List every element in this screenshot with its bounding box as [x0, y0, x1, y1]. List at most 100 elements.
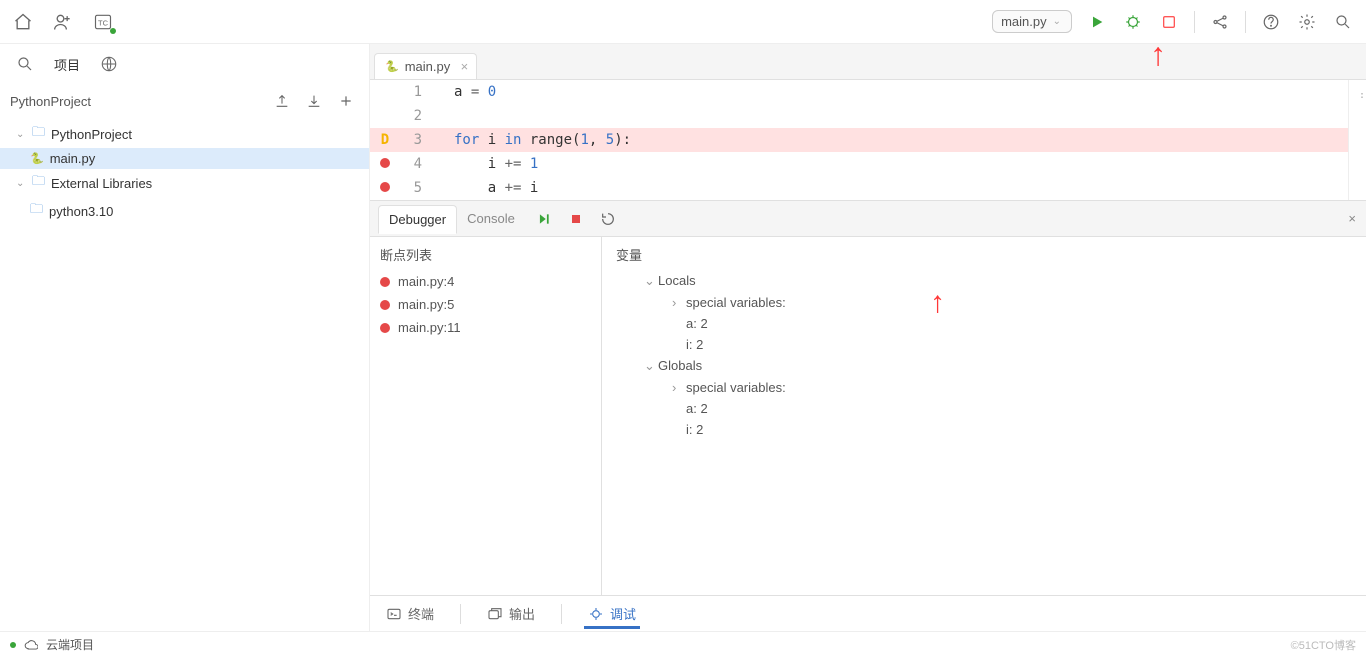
debug-tab-bar: Debugger Console × — [370, 201, 1366, 237]
folder-icon: 🗀 — [32, 172, 45, 194]
share-icon[interactable] — [1209, 11, 1231, 33]
line-number: 3 — [400, 128, 436, 152]
gutter-marker[interactable]: D — [370, 128, 400, 152]
line-number: 4 — [400, 152, 436, 176]
close-icon[interactable]: × — [461, 59, 469, 74]
bottom-tab-bar: 终端 输出 调试 — [370, 595, 1366, 631]
add-user-icon[interactable] — [52, 11, 74, 33]
divider — [460, 604, 461, 624]
tc-icon[interactable]: TC — [92, 11, 114, 33]
tab-console[interactable]: Console — [457, 205, 525, 232]
folder-icon: 🗀 — [30, 200, 43, 222]
gutter-marker[interactable] — [370, 152, 400, 176]
code-text: a += i — [436, 176, 538, 200]
code-line[interactable]: 2 — [370, 104, 1348, 128]
help-icon[interactable] — [1260, 11, 1282, 33]
code-text: for i in range(1, 5): — [436, 128, 631, 152]
code-line[interactable]: 5 a += i — [370, 176, 1348, 200]
chevron-down-icon: ⌄ — [16, 129, 26, 140]
breakpoint-item[interactable]: main.py:11 — [380, 316, 591, 339]
status-bar: 云端项目 ©51CTO博客 — [0, 631, 1366, 657]
code-text: i += 1 — [436, 152, 538, 176]
resume-button[interactable] — [533, 208, 555, 230]
cloud-icon — [24, 638, 38, 652]
home-icon[interactable] — [12, 11, 34, 33]
breakpoints-title: 断点列表 — [380, 245, 591, 264]
folder-icon: 🗀 — [32, 123, 45, 145]
bottom-tab-label: 调试 — [610, 604, 636, 623]
code-line[interactable]: 1a = 0 — [370, 80, 1348, 104]
editor-tab-main[interactable]: 🐍 main.py × — [374, 53, 477, 79]
tab-debug[interactable]: 调试 — [584, 598, 640, 629]
main-area: 🐍 main.py × 1a = 02D3for i in range(1, 5… — [370, 44, 1366, 631]
status-dot — [10, 642, 16, 648]
line-number: 2 — [400, 104, 436, 128]
divider — [1194, 11, 1195, 33]
project-header: PythonProject — [0, 84, 369, 118]
stop-button[interactable] — [1158, 11, 1180, 33]
upload-icon[interactable] — [271, 90, 293, 112]
bottom-tab-label: 终端 — [408, 604, 434, 623]
editor-tab-label: main.py — [405, 59, 451, 74]
breakpoint-label: main.py:5 — [398, 297, 454, 312]
code-line[interactable]: D3for i in range(1, 5): — [370, 128, 1348, 152]
code-editor[interactable]: 1a = 02D3for i in range(1, 5):4 i += 15 … — [370, 80, 1366, 200]
var-i: i: 2 — [616, 334, 1352, 355]
var-scope-globals[interactable]: ⌄Globals — [616, 355, 1352, 377]
top-toolbar: TC main.py ⌄ ↑ — [0, 0, 1366, 44]
var-specials[interactable]: ›special variables: — [616, 292, 1352, 313]
close-icon[interactable]: × — [1348, 211, 1356, 226]
content-area: 项目 PythonProject ⌄ 🗀 PythonProject 🐍 mai… — [0, 44, 1366, 631]
tree-label: python3.10 — [49, 204, 113, 219]
run-config-selector[interactable]: main.py ⌄ — [992, 10, 1072, 33]
download-icon[interactable] — [303, 90, 325, 112]
chevron-down-icon: ⌄ — [1053, 16, 1061, 27]
tree-file-main[interactable]: 🐍 main.py — [0, 148, 369, 169]
settings-icon[interactable] — [1296, 11, 1318, 33]
globe-icon[interactable] — [98, 53, 120, 75]
var-specials[interactable]: ›special variables: — [616, 377, 1352, 398]
var-i: i: 2 — [616, 419, 1352, 440]
tree-label: External Libraries — [51, 176, 152, 191]
var-scope-locals[interactable]: ⌄Locals — [616, 270, 1352, 292]
tab-project[interactable]: 项目 — [54, 55, 80, 74]
plus-icon[interactable] — [335, 90, 357, 112]
breakpoints-panel: 断点列表 main.py:4 main.py:5 main.py:11 — [370, 237, 602, 595]
tree-python-env[interactable]: 🗀 python3.10 — [0, 197, 369, 225]
project-tree: ⌄ 🗀 PythonProject 🐍 main.py ⌄ 🗀 External… — [0, 118, 369, 235]
tab-debugger[interactable]: Debugger — [378, 205, 457, 234]
editor-tabs: 🐍 main.py × — [370, 44, 1366, 80]
tree-ext-libs[interactable]: ⌄ 🗀 External Libraries — [0, 169, 369, 197]
divider — [1245, 11, 1246, 33]
editor-minimap-col: : — [1348, 80, 1366, 200]
status-cloud-label[interactable]: 云端项目 — [46, 636, 94, 653]
bottom-tab-label: 输出 — [509, 604, 535, 623]
variables-title: 变量 — [616, 245, 1352, 264]
restart-icon[interactable] — [597, 208, 619, 230]
debug-button[interactable] — [1122, 11, 1144, 33]
search-icon[interactable] — [14, 53, 36, 75]
breakpoint-icon — [380, 300, 390, 310]
python-icon: 🐍 — [30, 152, 44, 165]
svg-text:TC: TC — [98, 18, 109, 27]
tree-folder-root[interactable]: ⌄ 🗀 PythonProject — [0, 120, 369, 148]
breakpoint-item[interactable]: main.py:5 — [380, 293, 591, 316]
breakpoint-icon — [380, 277, 390, 287]
code-line[interactable]: 4 i += 1 — [370, 152, 1348, 176]
project-root-label: PythonProject — [10, 94, 91, 109]
search-icon[interactable] — [1332, 11, 1354, 33]
tab-terminal[interactable]: 终端 — [382, 598, 438, 629]
run-button[interactable] — [1086, 11, 1108, 33]
breakpoint-label: main.py:11 — [398, 320, 461, 335]
variables-panel: 变量 ⌄Locals ›special variables: a: 2 i: 2… — [602, 237, 1366, 595]
gutter-marker[interactable] — [370, 176, 400, 200]
tree-label: main.py — [50, 151, 96, 166]
stop-debug-button[interactable] — [565, 208, 587, 230]
watermark: ©51CTO博客 — [1291, 637, 1356, 653]
breakpoint-item[interactable]: main.py:4 — [380, 270, 591, 293]
tab-output[interactable]: 输出 — [483, 598, 539, 629]
debug-panel: Debugger Console × 断点列表 main.py:4 main.py… — [370, 200, 1366, 595]
breakpoint-icon — [380, 323, 390, 333]
divider — [561, 604, 562, 624]
line-number: 1 — [400, 80, 436, 104]
